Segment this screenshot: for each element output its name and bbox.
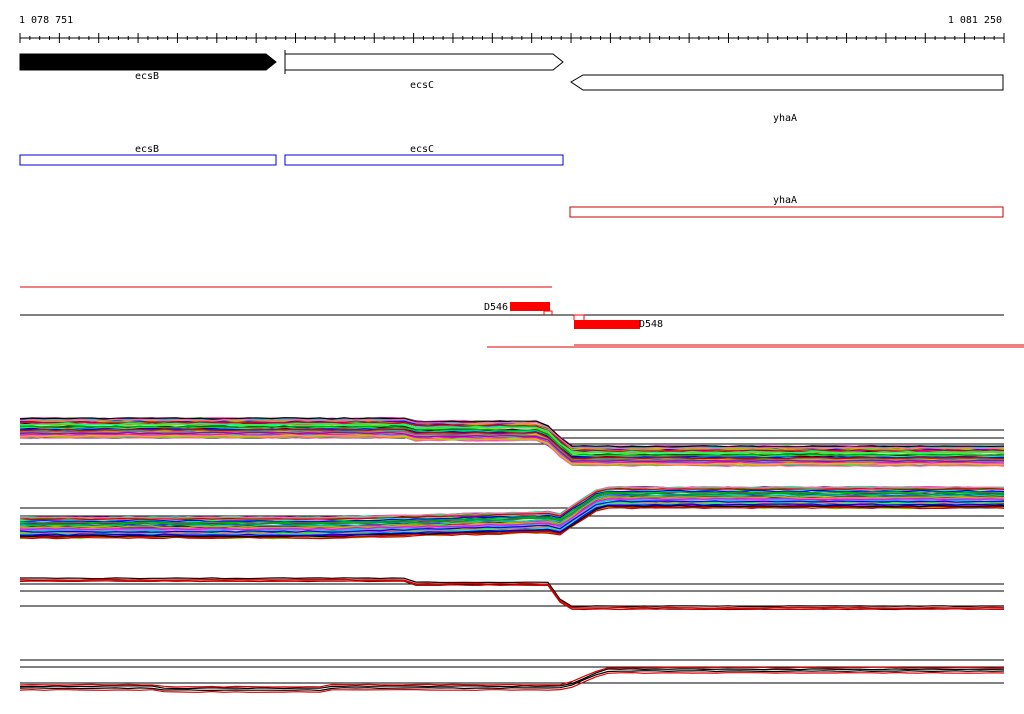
feature-D546-label: D546 [484, 302, 508, 313]
profile-line [19, 670, 1005, 692]
feature-D546-tail [543, 310, 553, 315]
profile-line [20, 580, 1004, 611]
feature-track: D546 D548 [20, 286, 1024, 348]
feature-D548[interactable] [574, 320, 640, 329]
profile-band-1 [19, 416, 1005, 467]
profile-band-3 [19, 577, 1005, 611]
feature-D548-label: D548 [639, 319, 663, 330]
gene-ecsB-arrow[interactable] [19, 53, 277, 71]
ruler-end-label: 1 081 250 [948, 15, 1002, 26]
genome-browser-view: 1 078 751 1 081 250 ecsB ecsC yhaA ecsB … [19, 15, 1024, 693]
coordinate-ruler: 1 078 751 1 081 250 [19, 15, 1005, 43]
gene-box-track: ecsB ecsC yhaA [19, 144, 1004, 218]
gene-arrow-track: ecsB ecsC yhaA [19, 50, 1004, 124]
ruler-start-label: 1 078 751 [19, 15, 73, 26]
feature-D546[interactable] [510, 302, 550, 311]
box-yhaA-label: yhaA [773, 195, 797, 206]
profile-line [19, 666, 1005, 688]
gene-yhaA-label: yhaA [773, 113, 797, 124]
box-yhaA[interactable] [569, 206, 1004, 218]
gene-ecsC-arrow[interactable] [284, 53, 564, 71]
profile-line [19, 671, 1005, 693]
feature-D548-head [573, 314, 585, 320]
gene-ecsC-label: ecsC [410, 80, 434, 91]
profile-band-4 [19, 659, 1005, 693]
expression-profiles [19, 416, 1005, 693]
box-ecsB[interactable] [19, 154, 277, 166]
box-ecsC[interactable] [284, 154, 564, 166]
profile-band-2 [19, 485, 1005, 540]
profile-line [19, 668, 1005, 690]
profile-line [20, 577, 1004, 608]
box-ecsC-label: ecsC [410, 144, 434, 155]
ruler-ticks [19, 33, 1005, 43]
gene-ecsB-label: ecsB [135, 71, 159, 82]
gene-yhaA-arrow[interactable] [570, 74, 1004, 91]
box-ecsB-label: ecsB [135, 144, 159, 155]
